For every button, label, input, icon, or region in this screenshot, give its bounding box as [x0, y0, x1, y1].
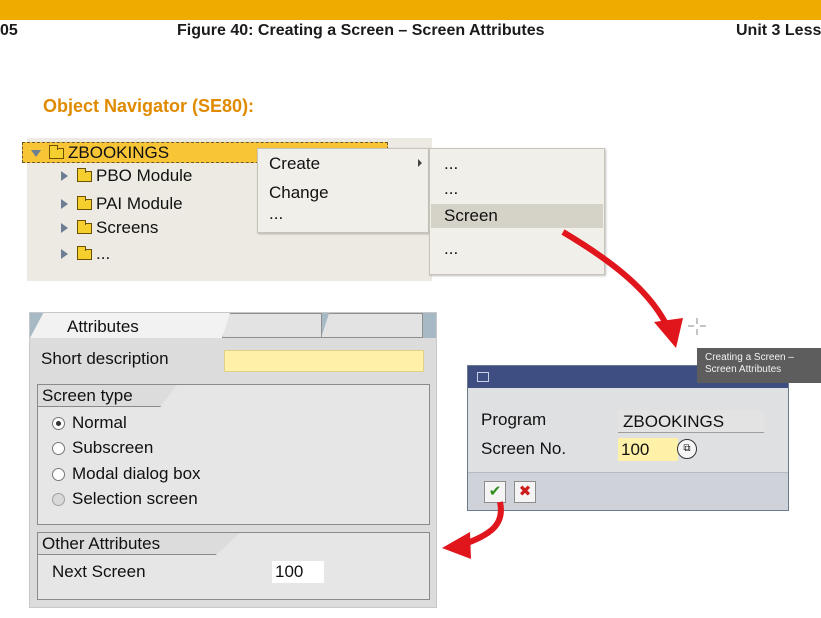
- triangle-right-icon[interactable]: [61, 223, 68, 233]
- tab-strip: Attributes: [30, 313, 436, 338]
- short-description-label: Short description: [41, 349, 169, 368]
- short-description-input[interactable]: [224, 350, 424, 372]
- value-help-icon[interactable]: ⧉: [677, 439, 697, 459]
- tree-item-pbo-module[interactable]: PBO Module: [61, 166, 192, 186]
- page-number: 05: [0, 22, 18, 39]
- accent-bar: [0, 0, 821, 20]
- folder-icon: [77, 167, 92, 182]
- radio-selection-screen[interactable]: [52, 493, 65, 506]
- folder-icon: [49, 144, 64, 159]
- radio-normal[interactable]: [52, 417, 65, 430]
- arrow-head: [442, 532, 471, 559]
- tab-inactive[interactable]: [321, 313, 423, 338]
- context-menu: Create Change ...: [257, 148, 429, 233]
- tree-root-label: ZBOOKINGS: [68, 143, 170, 162]
- submenu-item[interactable]: ...: [444, 239, 458, 259]
- menu-item-change[interactable]: Change: [269, 183, 329, 203]
- other-attributes-group: Other Attributes Next Screen 100: [37, 532, 430, 600]
- tree-root[interactable]: ZBOOKINGS: [31, 143, 169, 163]
- arrow-head: [654, 318, 683, 348]
- tab-inactive[interactable]: [222, 313, 322, 338]
- tree-item-more[interactable]: ...: [61, 244, 110, 264]
- tree-item-label: PAI Module: [96, 194, 183, 213]
- group-title: Screen type: [42, 386, 133, 405]
- radio-label: Selection screen: [72, 489, 198, 508]
- folder-icon: [77, 195, 92, 210]
- dialog-body: Program ZBOOKINGS Screen No. 100 ⧉: [468, 388, 788, 472]
- figure-title: Figure 40: Creating a Screen – Screen At…: [177, 22, 545, 39]
- cross-icon[interactable]: ✖: [514, 481, 536, 503]
- tab-attributes[interactable]: Attributes: [30, 313, 252, 338]
- tooltip: Creating a Screen – Screen Attributes: [697, 348, 821, 383]
- radio-subscreen[interactable]: [52, 442, 65, 455]
- menu-item-create[interactable]: Create: [269, 154, 320, 174]
- group-title: Other Attributes: [42, 534, 161, 553]
- tree-item-screens[interactable]: Screens: [61, 218, 158, 238]
- radio-modal-dialog-box[interactable]: [52, 468, 65, 481]
- next-screen-label: Next Screen: [52, 562, 146, 581]
- dialog-window-icon: [477, 372, 489, 382]
- folder-icon: [77, 219, 92, 234]
- program-label: Program: [481, 410, 547, 429]
- check-icon[interactable]: ✔: [484, 481, 506, 503]
- crosshair-cursor-icon: [688, 318, 706, 335]
- folder-icon: [77, 245, 92, 260]
- screen-no-label: Screen No.: [481, 439, 567, 458]
- triangle-right-icon[interactable]: [61, 199, 68, 209]
- tab-label: Attributes: [67, 317, 139, 336]
- triangle-down-icon[interactable]: [31, 149, 41, 157]
- tree-item-label: PBO Module: [96, 166, 193, 185]
- program-field[interactable]: ZBOOKINGS: [618, 410, 764, 433]
- submenu-arrow-icon: [418, 159, 422, 167]
- create-submenu: ... ... Screen ...: [429, 148, 605, 275]
- tree-item-pai-module[interactable]: PAI Module: [61, 194, 183, 214]
- submenu-item[interactable]: ...: [444, 179, 458, 199]
- submenu-item[interactable]: ...: [444, 154, 458, 174]
- create-screen-dialog: Program ZBOOKINGS Screen No. 100 ⧉ ✔ ✖: [467, 365, 789, 511]
- radio-label: Modal dialog box: [72, 464, 201, 483]
- unit-label: Unit 3 Lesso: [736, 22, 821, 39]
- radio-label: Subscreen: [72, 438, 154, 457]
- tree-item-label: Screens: [96, 218, 159, 237]
- screen-attributes-panel: Attributes Short description Screen type…: [29, 312, 437, 608]
- dialog-footer: ✔ ✖: [468, 472, 788, 510]
- menu-item-more[interactable]: ...: [269, 204, 283, 224]
- screen-no-field[interactable]: 100: [618, 438, 678, 461]
- section-title: Object Navigator (SE80):: [43, 96, 255, 116]
- tree-item-label: ...: [96, 244, 111, 263]
- screen-type-group: Screen type Normal Subscreen Modal dialo…: [37, 384, 430, 525]
- radio-label: Normal: [72, 413, 127, 432]
- next-screen-field[interactable]: 100: [272, 561, 324, 583]
- triangle-right-icon[interactable]: [61, 249, 68, 259]
- submenu-item-screen[interactable]: Screen: [444, 206, 498, 226]
- triangle-right-icon[interactable]: [61, 171, 68, 181]
